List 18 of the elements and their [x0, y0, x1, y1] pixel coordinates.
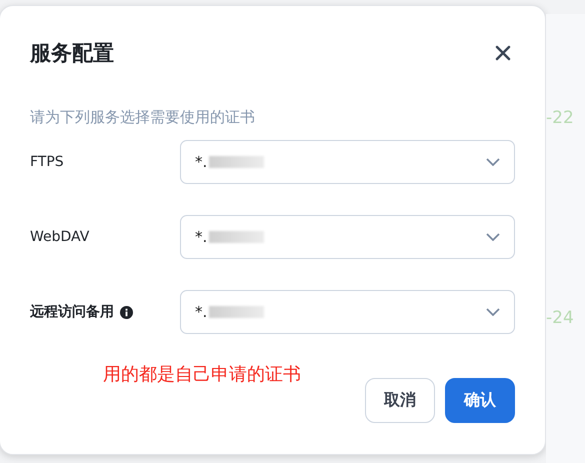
chevron-down-icon — [486, 158, 500, 166]
chevron-down-icon — [486, 308, 500, 316]
cancel-button[interactable]: 取消 — [365, 378, 435, 423]
annotation-text: 用的都是自己申请的证书 — [103, 363, 301, 386]
close-icon[interactable] — [493, 43, 513, 63]
field-label: FTPS — [30, 154, 64, 170]
info-icon[interactable] — [120, 306, 133, 318]
certificate-select[interactable]: *. — [180, 140, 515, 184]
dialog-title: 服务配置 — [30, 40, 114, 67]
chevron-down-icon — [486, 233, 500, 241]
certificate-select[interactable]: *. — [180, 215, 515, 259]
certificate-select[interactable]: *. — [180, 290, 515, 334]
confirm-button[interactable]: 确认 — [445, 378, 515, 423]
field-label: WebDAV — [30, 229, 90, 245]
background-text: -22 — [546, 108, 575, 128]
field-label: 远程访问备用 — [30, 303, 114, 321]
instruction-text: 请为下列服务选择需要使用的证书 — [30, 108, 256, 127]
background-text: -24 — [546, 308, 575, 328]
